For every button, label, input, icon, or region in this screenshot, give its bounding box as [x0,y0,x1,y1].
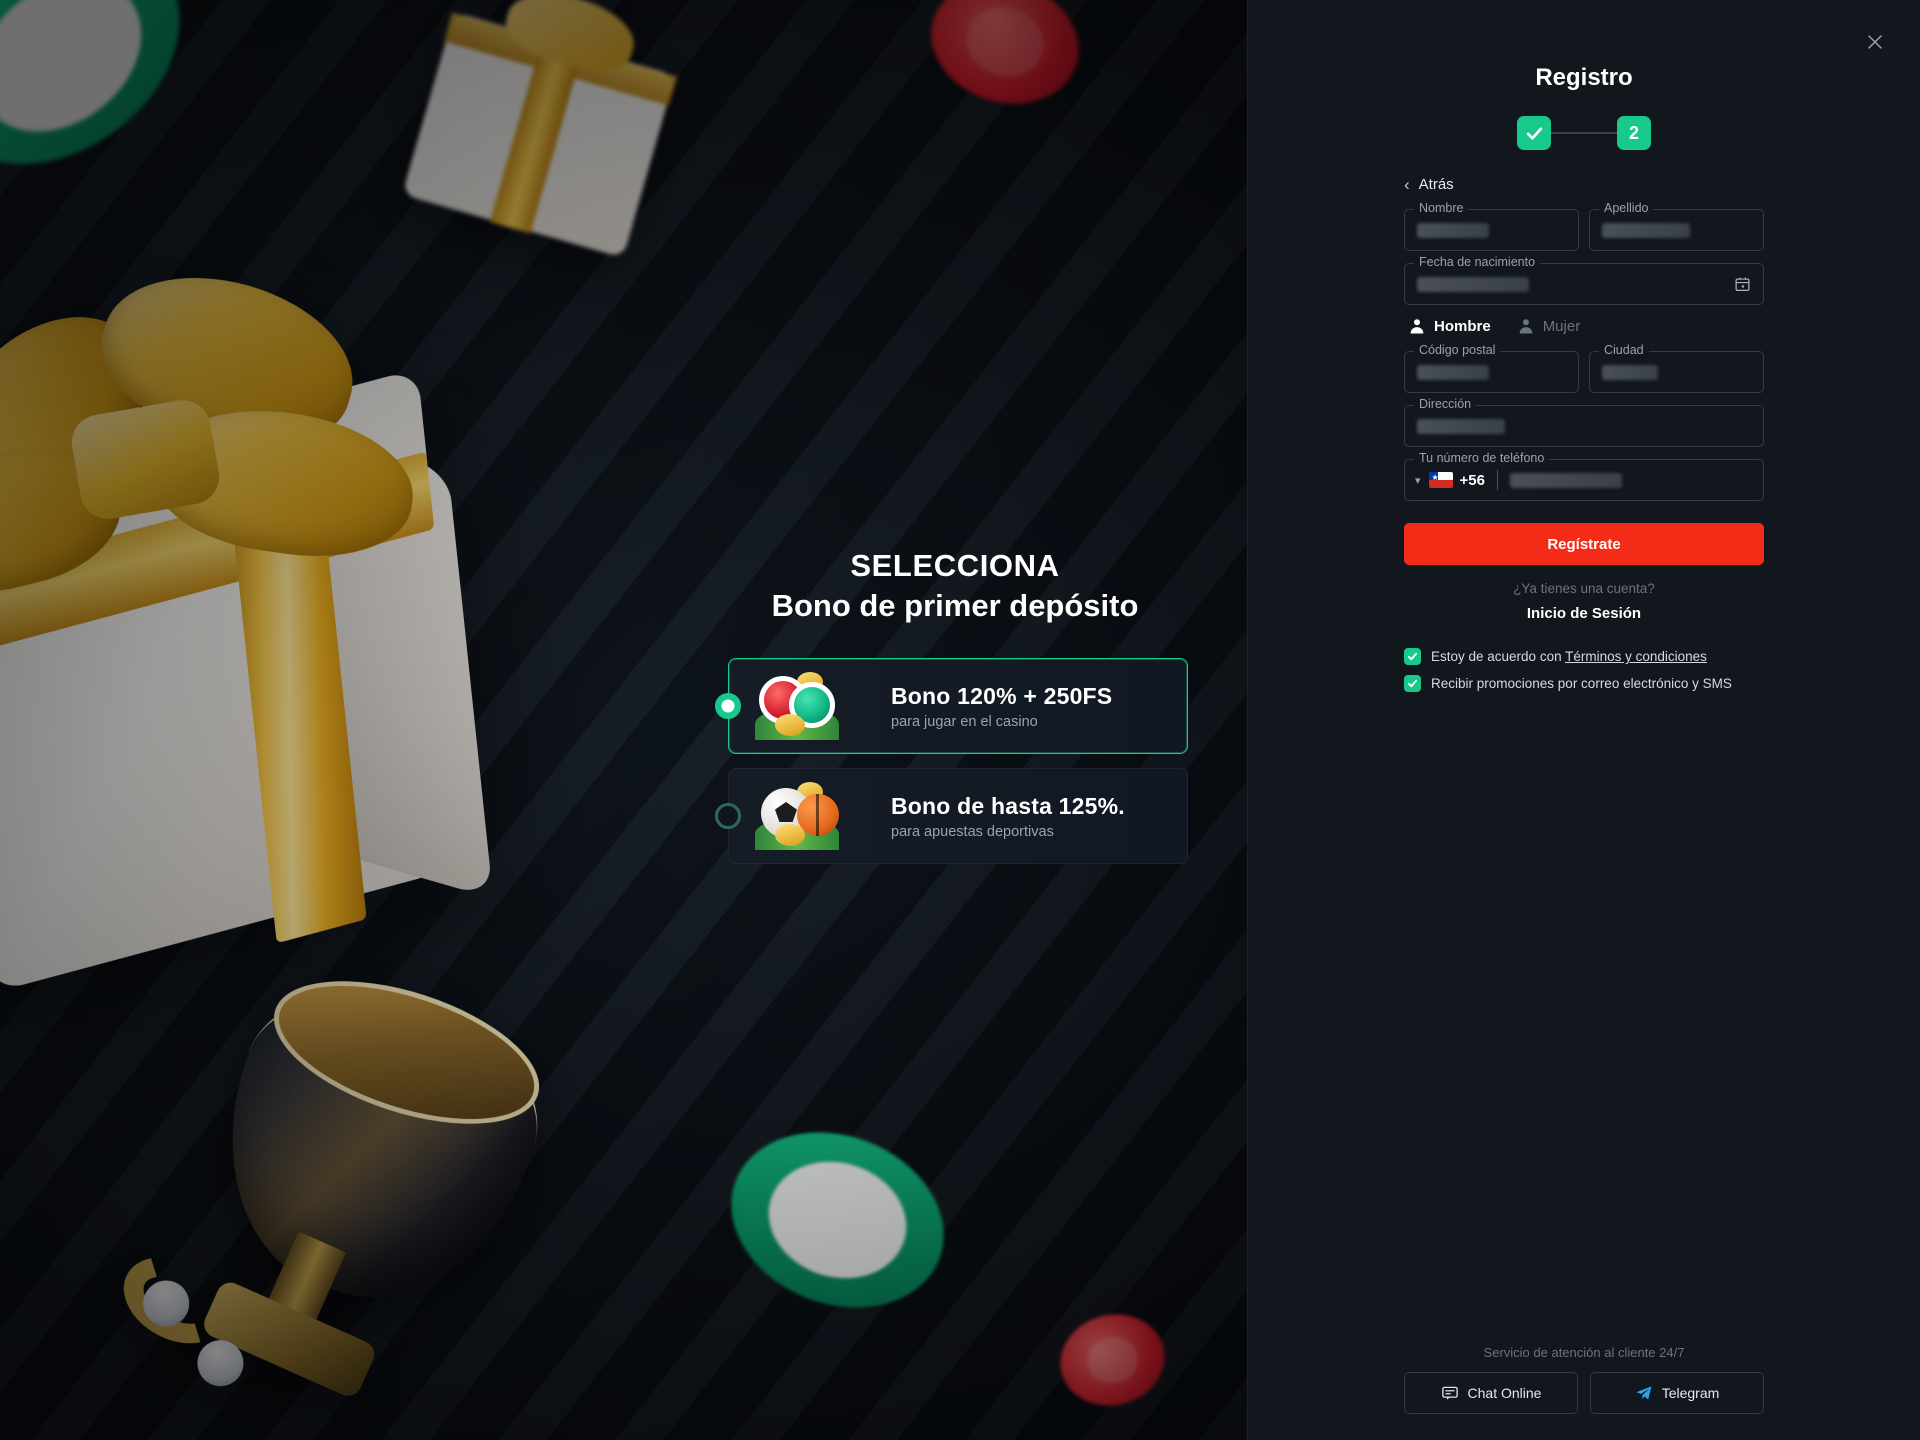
phone-input-group[interactable]: ▾ ★ +56 [1404,459,1764,501]
terms-and-conditions-link[interactable]: Términos y condiciones [1565,649,1707,664]
birth-date-label: Fecha de nacimiento [1414,255,1541,269]
step-1-completed[interactable] [1517,116,1551,150]
city-label: Ciudad [1599,343,1649,357]
close-icon[interactable] [1858,25,1892,59]
last-name-label: Apellido [1599,201,1654,215]
registration-stepper: 2 [1248,116,1920,150]
casino-chips-icon [753,670,841,742]
gender-option-male-label: Hombre [1434,317,1491,335]
promotions-consent-row: Recibir promociones por correo electróni… [1404,675,1764,692]
registration-form: ‹ Atrás Nombre Apellido Fecha de nacimie… [1404,150,1764,692]
registration-screen: SELECCIONA Bono de primer depósito Bono … [0,0,1920,1440]
bonus-options-list: Bono 120% + 250FS para jugar en el casin… [715,658,1188,878]
phone-country-code: +56 [1459,471,1485,489]
postal-code-label: Código postal [1414,343,1501,357]
calendar-icon[interactable] [1734,276,1751,293]
support-title: Servicio de atención al cliente 24/7 [1483,1345,1685,1360]
chat-online-label: Chat Online [1467,1385,1542,1401]
phone-label: Tu número de teléfono [1414,451,1550,465]
gift-box-large-decoration [0,188,538,1002]
telegram-label: Telegram [1661,1385,1720,1401]
page-title: Registro [1535,64,1633,91]
telegram-icon [1635,1384,1653,1402]
promo-kicker: SELECCIONA [850,548,1060,583]
bonus-option-casino-title: Bono 120% + 250FS [891,682,1113,709]
have-account-text: ¿Ya tienes una cuenta? [1513,581,1655,596]
chevron-down-icon[interactable]: ▾ [1415,474,1421,487]
first-name-field[interactable]: Nombre [1404,201,1579,251]
casino-chip-red-bottom-decoration [1050,1303,1175,1417]
postal-code-input[interactable] [1404,351,1579,393]
casino-chip-red-top-decoration [915,0,1095,123]
login-link[interactable]: Inicio de Sesión [1404,605,1764,622]
register-submit-button[interactable]: Regístrate [1404,523,1764,565]
birth-date-redacted-value [1417,276,1529,292]
first-name-redacted-value [1417,222,1489,238]
back-button[interactable]: ‹ Atrás [1404,176,1764,193]
chile-flag-icon: ★ [1428,472,1453,488]
terms-consent-prefix: Estoy de acuerdo con [1431,649,1566,664]
bonus-option-sports-radio[interactable] [715,803,741,829]
birth-date-input[interactable] [1404,263,1764,305]
support-buttons: Chat Online Telegram [1404,1372,1764,1414]
back-button-label: Atrás [1418,176,1454,193]
address-field[interactable]: Dirección [1404,397,1764,447]
step-2-current[interactable]: 2 [1617,116,1651,150]
terms-consent-row: Estoy de acuerdo con Términos y condicio… [1404,648,1764,665]
casino-chip-green-top-left-decoration [0,0,208,207]
terms-consent-label: Estoy de acuerdo con Términos y condicio… [1431,649,1707,664]
city-input[interactable] [1589,351,1764,393]
telegram-button[interactable]: Telegram [1590,1372,1764,1414]
user-male-icon [1408,317,1426,335]
registration-panel: Registro 2 ‹ Atrás Nombre Apellido Fecha… [1247,0,1920,1440]
last-name-input[interactable] [1589,209,1764,251]
gender-option-female-label: Mujer [1542,317,1581,335]
last-name-redacted-value [1602,222,1690,238]
bonus-option-casino-subtitle: para jugar en el casino [891,713,1038,730]
gender-option-male[interactable]: Hombre [1408,317,1491,335]
sports-ball-icon [753,780,841,852]
promo-title: Bono de primer depósito [771,587,1139,623]
bonus-option-sports[interactable]: Bono de hasta 125%. para apuestas deport… [715,768,1188,864]
last-name-field[interactable]: Apellido [1589,201,1764,251]
terms-checkbox[interactable] [1404,648,1421,665]
postal-code-field[interactable]: Código postal [1404,343,1579,393]
chat-online-button[interactable]: Chat Online [1404,1372,1578,1414]
chat-icon [1441,1384,1459,1402]
promo-copy: SELECCIONA Bono de primer depósito [720,548,1190,624]
promotions-consent-label: Recibir promociones por correo electróni… [1431,676,1732,691]
phone-separator [1496,470,1498,490]
first-name-input[interactable] [1404,209,1579,251]
phone-field[interactable]: Tu número de teléfono ▾ ★ +56 [1404,451,1764,501]
bonus-option-sports-title: Bono de hasta 125%. [891,792,1125,819]
bonus-option-casino-radio[interactable] [715,693,741,719]
bonus-option-casino[interactable]: Bono 120% + 250FS para jugar en el casin… [715,658,1188,754]
gender-option-female[interactable]: Mujer [1517,317,1581,335]
city-field[interactable]: Ciudad [1589,343,1764,393]
support-section: Servicio de atención al cliente 24/7 Cha… [1404,1345,1764,1414]
address-redacted-value [1417,418,1505,434]
phone-redacted-value [1509,472,1622,488]
casino-chip-green-bottom-decoration [693,1097,982,1343]
user-female-icon [1517,317,1535,335]
promotions-checkbox[interactable] [1404,675,1421,692]
birth-date-field[interactable]: Fecha de nacimiento [1404,255,1764,305]
city-redacted-value [1602,364,1658,380]
consent-checkboxes: Estoy de acuerdo con Términos y condicio… [1404,648,1764,692]
first-name-label: Nombre [1414,201,1469,215]
promo-panel: SELECCIONA Bono de primer depósito Bono … [0,0,1247,1440]
address-input[interactable] [1404,405,1764,447]
bonus-option-sports-subtitle: para apuestas deportivas [891,823,1054,840]
address-label: Dirección [1414,397,1477,411]
stepper-connector [1551,132,1617,134]
trophy-decoration [108,935,683,1440]
chevron-left-icon: ‹ [1404,175,1410,194]
postal-code-redacted-value [1417,364,1489,380]
gender-selector: Hombre Mujer [1408,317,1764,335]
